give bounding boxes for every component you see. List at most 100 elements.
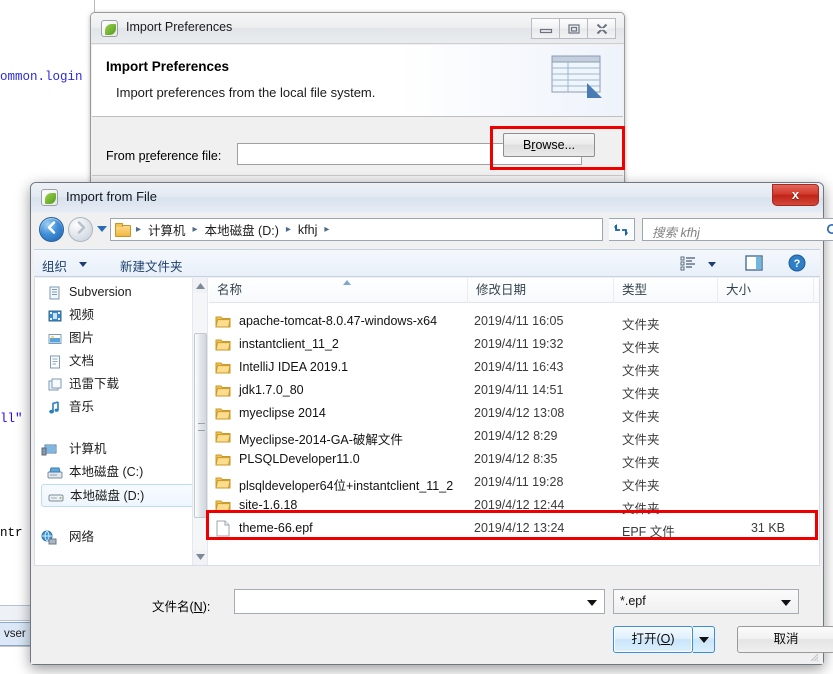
computer-icon xyxy=(41,442,57,458)
browse-highlight-annotation xyxy=(490,126,625,170)
forward-button[interactable] xyxy=(68,217,93,242)
wizard-header-subtitle: Import preferences from the local file s… xyxy=(116,85,376,100)
sidebar-item-label: 图片 xyxy=(69,331,95,345)
chevron-down-icon[interactable] xyxy=(587,600,597,606)
navigation-scrollbar[interactable] xyxy=(192,278,207,565)
back-button[interactable] xyxy=(39,217,64,242)
code-line: ommon.login xyxy=(0,70,83,84)
table-row[interactable]: PLSQLDeveloper11.0 2019/4/12 8:35 文件夹 xyxy=(209,449,819,470)
minimize-button[interactable] xyxy=(531,18,560,39)
history-dropdown-button[interactable] xyxy=(97,226,107,232)
file-type: 文件夹 xyxy=(622,479,660,493)
file-name: apache-tomcat-8.0.47-windows-x64 xyxy=(239,314,438,328)
chevron-down-icon[interactable] xyxy=(708,262,716,267)
table-row[interactable]: Myeclipse-2014-GA-破解文件 2019/4/12 8:29 文件… xyxy=(209,426,819,447)
sidebar-item-videos[interactable]: 视频 xyxy=(35,304,207,327)
file-name: plsqldeveloper64位+instantclient_11_2 xyxy=(239,479,454,493)
file-dialog-titlebar[interactable]: Import from File x xyxy=(31,183,823,213)
file-name: jdk1.7.0_80 xyxy=(239,383,304,397)
view-list-icon[interactable] xyxy=(679,254,697,277)
sidebar-item-label: Subversion xyxy=(69,285,132,299)
breadcrumb-item-computer[interactable]: 计算机 xyxy=(145,220,189,239)
close-button[interactable]: x xyxy=(772,184,819,206)
sidebar-item-drive-c[interactable]: 本地磁盘 (C:) xyxy=(35,461,207,484)
import-preferences-title: Import Preferences xyxy=(126,20,233,34)
column-header-type[interactable]: 类型 xyxy=(614,278,718,303)
sidebar-item-music[interactable]: 音乐 xyxy=(35,396,207,419)
new-folder-button[interactable]: 新建文件夹 xyxy=(120,256,183,275)
file-type: 文件夹 xyxy=(622,341,660,355)
sidebar-item-network[interactable]: 网络 xyxy=(35,526,207,549)
wizard-separator xyxy=(92,175,623,176)
chevron-down-icon[interactable] xyxy=(781,600,791,606)
sidebar-item-label: 本地磁盘 (D:) xyxy=(70,489,145,503)
table-row[interactable]: myeclipse 2014 2019/4/12 13:08 文件夹 xyxy=(209,403,819,424)
resize-grip[interactable] xyxy=(807,649,819,662)
column-header-name[interactable]: 名称 xyxy=(209,278,468,303)
file-date: 2019/4/12 8:29 xyxy=(474,429,558,443)
scrollbar-thumb[interactable] xyxy=(194,333,207,518)
navigation-pane[interactable]: Subversion 视频 图片 文档 迅雷下载 音乐 计算机 本地磁盘 (C:… xyxy=(35,278,208,565)
chevron-down-icon[interactable] xyxy=(79,262,87,267)
pictures-icon xyxy=(47,331,63,347)
table-row[interactable]: plsqldeveloper64位+instantclient_11_2 201… xyxy=(209,472,819,493)
screen: ommon.login ll" ntr ina er( esL "l vic "… xyxy=(0,0,833,674)
breadcrumb-separator[interactable]: ▸ xyxy=(320,224,333,235)
file-date: 2019/4/11 16:05 xyxy=(474,314,564,328)
sidebar-item-pictures[interactable]: 图片 xyxy=(35,327,207,350)
search-input[interactable]: 搜索 kfhj xyxy=(642,218,833,241)
address-breadcrumb-bar[interactable]: ▸ 计算机 ▸ 本地磁盘 (D:) ▸ kfhj ▸ xyxy=(110,218,603,241)
refresh-button[interactable] xyxy=(609,218,635,241)
preview-pane-icon[interactable] xyxy=(744,254,764,277)
eclipse-leaf-icon xyxy=(101,20,118,37)
file-dialog-title: Import from File xyxy=(66,189,158,204)
column-header-size[interactable]: 大小 xyxy=(718,278,814,303)
open-button[interactable]: 打开(O) xyxy=(613,626,693,653)
table-row[interactable]: apache-tomcat-8.0.47-windows-x64 2019/4/… xyxy=(209,311,819,332)
organize-button[interactable]: 组织 xyxy=(42,256,67,275)
breadcrumb-item-drive[interactable]: 本地磁盘 (D:) xyxy=(202,220,282,239)
sidebar-item-documents[interactable]: 文档 xyxy=(35,350,207,373)
file-date: 2019/4/11 19:28 xyxy=(474,475,564,489)
sidebar-item-label: 计算机 xyxy=(69,442,107,456)
file-date: 2019/4/11 16:43 xyxy=(474,360,564,374)
table-row[interactable]: IntelliJ IDEA 2019.1 2019/4/11 16:43 文件夹 xyxy=(209,357,819,378)
maximize-button[interactable] xyxy=(559,18,588,39)
file-name: IntelliJ IDEA 2019.1 xyxy=(239,360,349,374)
system-drive-icon xyxy=(47,465,63,481)
column-header-date[interactable]: 修改日期 xyxy=(468,278,614,303)
table-row[interactable]: instantclient_11_2 2019/4/11 19:32 文件夹 xyxy=(209,334,819,355)
filetype-select[interactable]: *.epf xyxy=(613,589,799,614)
sidebar-item-drive-d[interactable]: 本地磁盘 (D:) xyxy=(41,484,201,507)
open-dropdown-button[interactable] xyxy=(693,626,715,653)
preference-file-label: From preference file: xyxy=(106,149,222,163)
sidebar-item-label: 网络 xyxy=(69,530,95,544)
breadcrumb-separator[interactable]: ▸ xyxy=(282,224,295,235)
video-icon xyxy=(47,308,63,324)
scroll-up-icon[interactable] xyxy=(193,278,207,293)
table-row[interactable]: jdk1.7.0_80 2019/4/11 14:51 文件夹 xyxy=(209,380,819,401)
back-arrow-icon xyxy=(45,220,59,239)
sidebar-item-label: 视频 xyxy=(69,308,95,322)
file-date: 2019/4/11 14:51 xyxy=(474,383,564,397)
sidebar-item-label: 本地磁盘 (C:) xyxy=(69,465,144,479)
scroll-down-icon[interactable] xyxy=(193,550,207,565)
import-preferences-titlebar[interactable]: Import Preferences xyxy=(91,13,624,44)
sidebar-item-subversion[interactable]: Subversion xyxy=(35,281,207,304)
sidebar-item-thunder-download[interactable]: 迅雷下载 xyxy=(35,373,207,396)
preferences-sheet-icon xyxy=(547,53,609,101)
close-button[interactable] xyxy=(587,18,616,39)
help-icon[interactable]: ? xyxy=(788,254,806,277)
sidebar-item-label: 文档 xyxy=(69,354,95,368)
sidebar-item-computer[interactable]: 计算机 xyxy=(35,438,207,461)
breadcrumb-separator[interactable]: ▸ xyxy=(132,224,145,235)
filename-input[interactable] xyxy=(234,589,605,614)
file-date: 2019/4/12 8:35 xyxy=(474,452,558,466)
sidebar-item-label: 音乐 xyxy=(69,400,95,414)
import-from-file-dialog: Import from File x ▸ 计算机 ▸ 本地磁盘 (D:) ▸ k… xyxy=(30,182,833,665)
breadcrumb-item-kfhj[interactable]: kfhj xyxy=(295,223,320,237)
breadcrumb-separator[interactable]: ▸ xyxy=(189,224,202,235)
